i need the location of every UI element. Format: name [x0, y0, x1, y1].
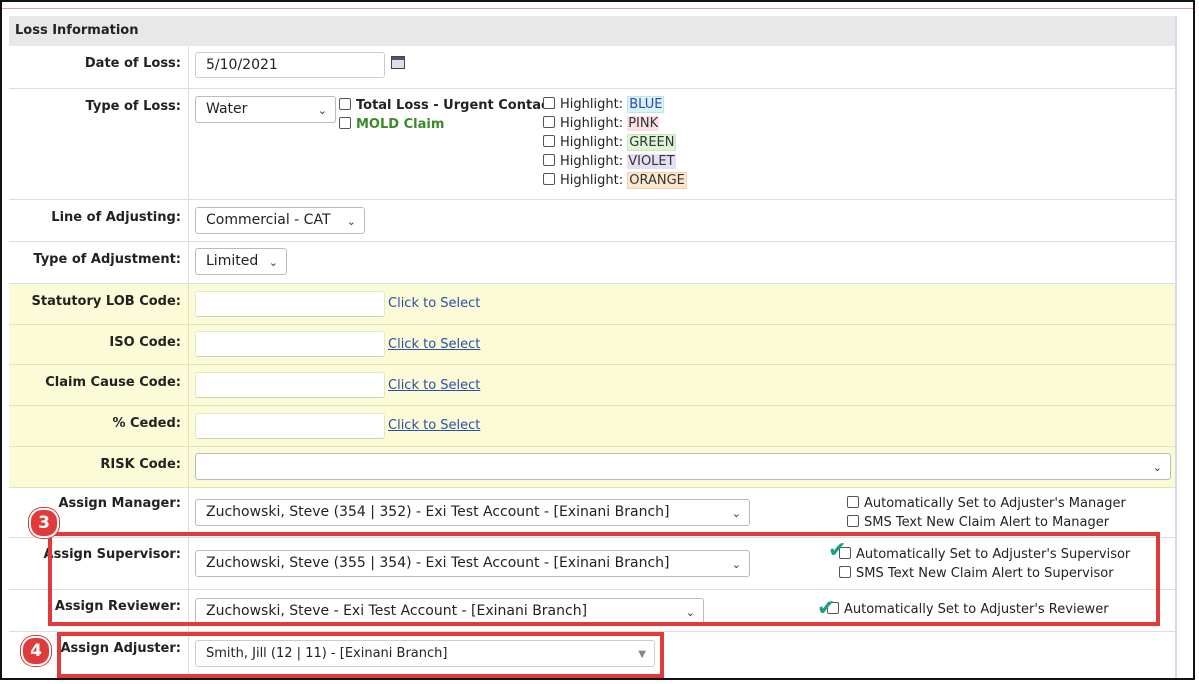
checkbox-box[interactable] [543, 135, 555, 147]
row-type-of-adjustment: Type of Adjustment: Limited ⌄ [9, 242, 1175, 284]
claim-cause-select-link[interactable]: Click to Select [388, 378, 480, 393]
supervisor-reviewer-callout-box [48, 532, 1160, 626]
highlight-pink-label: PINK [627, 116, 660, 131]
statutory-lob-input[interactable] [195, 291, 385, 317]
row-ceded: % Ceded: Click to Select [9, 406, 1175, 447]
column-divider [188, 46, 189, 88]
risk-code-select[interactable]: ⌄ [195, 453, 1171, 480]
sms-manager-checkbox[interactable]: SMS Text New Claim Alert to Manager [847, 515, 1109, 530]
assign-manager-select[interactable]: Zuchowski, Steve (354 | 352) - Exi Test … [195, 499, 750, 526]
right-edge [1175, 16, 1177, 678]
highlight-blue-checkbox[interactable]: Highlight: BLUE [543, 96, 665, 113]
checkbox-box[interactable] [543, 154, 555, 166]
reviewer-checkmark-icon: ✔ [817, 596, 836, 621]
ceded-input[interactable] [195, 413, 385, 439]
line-of-adjusting-select[interactable]: Commercial - CAT ⌄ [195, 207, 365, 234]
highlight-prefix: Highlight: [560, 135, 624, 150]
row-claim-cause-code: Claim Cause Code: Click to Select [9, 365, 1175, 406]
calendar-icon[interactable] [391, 56, 405, 69]
checkbox-box[interactable] [339, 98, 351, 110]
highlight-violet-checkbox[interactable]: Highlight: VIOLET [543, 154, 676, 169]
auto-manager-checkbox[interactable]: Automatically Set to Adjuster's Manager [847, 496, 1126, 511]
statutory-lob-label: Statutory LOB Code: [31, 294, 181, 309]
step-4-badge: 4 [21, 636, 51, 666]
highlight-prefix: Highlight: [560, 97, 624, 112]
checkbox-box[interactable] [847, 515, 859, 527]
column-divider [188, 325, 189, 364]
chevron-down-icon: ⌄ [317, 104, 327, 117]
checkbox-box[interactable] [543, 97, 555, 109]
section-title: Loss Information [9, 16, 1175, 46]
loss-information-panel: Loss Information Date of Loss: 5/10/2021… [0, 0, 1195, 680]
highlight-prefix: Highlight: [560, 173, 624, 188]
ceded-label: % Ceded: [112, 416, 181, 431]
risk-code-label: RISK Code: [100, 457, 181, 472]
iso-code-select-link[interactable]: Click to Select [388, 337, 480, 352]
date-of-loss-input[interactable]: 5/10/2021 [195, 52, 385, 78]
highlight-green-label: GREEN [627, 134, 677, 151]
highlight-violet-label: VIOLET [627, 154, 676, 169]
auto-manager-label: Automatically Set to Adjuster's Manager [864, 496, 1126, 511]
assign-manager-value: Zuchowski, Steve (354 | 352) - Exi Test … [206, 504, 670, 520]
checkbox-box[interactable] [339, 117, 351, 129]
column-divider [188, 406, 189, 446]
claim-cause-input[interactable] [195, 372, 385, 398]
column-divider [188, 242, 189, 283]
iso-code-label: ISO Code: [109, 335, 181, 350]
column-divider [188, 447, 189, 487]
chevron-down-icon: ⌄ [731, 507, 741, 520]
type-of-adjustment-select[interactable]: Limited ⌄ [195, 248, 287, 275]
type-of-adjustment-label: Type of Adjustment: [33, 252, 181, 267]
chevron-down-icon: ⌄ [346, 215, 356, 228]
row-date-of-loss: Date of Loss: 5/10/2021 [9, 46, 1175, 89]
type-of-loss-label: Type of Loss: [85, 99, 181, 114]
chevron-down-icon: ⌄ [268, 256, 278, 269]
line-of-adjusting-value: Commercial - CAT [206, 212, 331, 228]
highlight-green-checkbox[interactable]: Highlight: GREEN [543, 134, 677, 151]
row-assign-manager: Assign Manager: Zuchowski, Steve (354 | … [9, 488, 1175, 538]
date-of-loss-label: Date of Loss: [84, 56, 181, 71]
step-3-badge: 3 [29, 508, 59, 538]
row-line-of-adjusting: Line of Adjusting: Commercial - CAT ⌄ [9, 200, 1175, 242]
mold-claim-label: MOLD Claim [356, 117, 445, 132]
ceded-select-link[interactable]: Click to Select [388, 418, 480, 433]
type-of-loss-select[interactable]: Water ⌄ [195, 96, 336, 123]
checkbox-box[interactable] [543, 173, 555, 185]
column-divider [188, 284, 189, 324]
claim-cause-label: Claim Cause Code: [45, 375, 181, 390]
column-divider [188, 89, 189, 199]
column-divider [188, 200, 189, 241]
total-loss-label: Total Loss - Urgent Contact [356, 98, 555, 113]
statutory-lob-select-link[interactable]: Click to Select [388, 296, 480, 311]
adjuster-callout-box [57, 632, 664, 678]
type-of-adjustment-value: Limited [206, 253, 259, 269]
row-statutory-lob-code: Statutory LOB Code: Click to Select [9, 284, 1175, 325]
highlight-prefix: Highlight: [560, 116, 624, 131]
column-divider [188, 488, 189, 537]
highlight-orange-label: ORANGE [627, 172, 687, 189]
highlight-pink-checkbox[interactable]: Highlight: PINK [543, 116, 660, 131]
type-of-loss-value: Water [206, 101, 248, 117]
total-loss-checkbox[interactable]: Total Loss - Urgent Contact [339, 98, 555, 113]
row-iso-code: ISO Code: Click to Select [9, 325, 1175, 365]
row-type-of-loss: Type of Loss: Water ⌄ Total Loss - Urgen… [9, 89, 1175, 200]
chevron-down-icon: ⌄ [1152, 461, 1162, 474]
checkbox-box[interactable] [543, 116, 555, 128]
highlight-prefix: Highlight: [560, 154, 624, 169]
line-of-adjusting-label: Line of Adjusting: [51, 210, 181, 225]
sms-manager-label: SMS Text New Claim Alert to Manager [864, 515, 1110, 530]
mold-claim-checkbox[interactable]: MOLD Claim [339, 117, 444, 132]
row-risk-code: RISK Code: ⌄ [9, 447, 1175, 488]
supervisor-checkmark-icon: ✔ [828, 538, 847, 563]
top-divider [2, 8, 1193, 9]
iso-code-input[interactable] [195, 331, 385, 357]
checkbox-box[interactable] [847, 496, 859, 508]
highlight-orange-checkbox[interactable]: Highlight: ORANGE [543, 172, 687, 189]
highlight-blue-label: BLUE [627, 96, 665, 113]
column-divider [188, 365, 189, 405]
